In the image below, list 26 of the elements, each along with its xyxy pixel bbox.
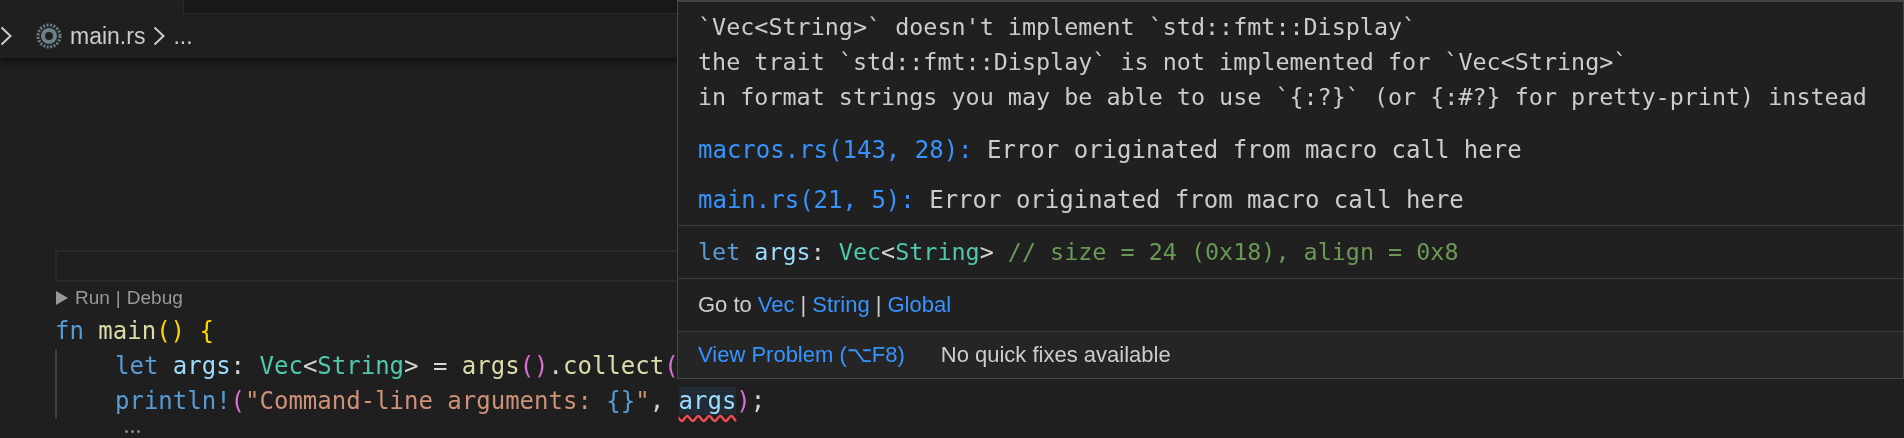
- goto-link[interactable]: Vec: [757, 292, 795, 318]
- breadcrumb-item[interactable]: main.rs: [70, 22, 146, 50]
- error-message: in format strings you may be able to use `{:?}` (or {:#?} for pretty-print) instead: [698, 82, 1867, 113]
- code-lens-link[interactable]: Debug: [126, 287, 183, 309]
- location-link[interactable]: main.rs(21, 5):: [698, 186, 915, 214]
- code-line: fn main() {: [55, 316, 215, 347]
- play-icon: [55, 290, 69, 306]
- chevron-right-icon: [153, 26, 166, 46]
- hint-dots-icon: [125, 430, 140, 433]
- error-message: `Vec<String>` doesn't implement `std::fmt::Display`: [698, 12, 1417, 43]
- related-message: Error originated from macro call here: [928, 186, 1464, 214]
- location-link[interactable]: macros.rs(143, 28):: [698, 136, 973, 164]
- separator-text: |: [875, 292, 882, 318]
- rust-file-icon: [36, 23, 62, 49]
- goto-label: Go to: [698, 292, 752, 318]
- goto-link[interactable]: String: [812, 292, 870, 318]
- code-line: println!("Command-line arguments: {}", args);: [55, 384, 1904, 419]
- chevron-right-icon: [0, 26, 12, 46]
- related-message: Error originated from macro call here: [986, 136, 1522, 164]
- separator-text: |: [800, 292, 807, 318]
- separator-text: |: [115, 287, 121, 309]
- error-message: the trait `std::fmt::Display` is not implemented for `Vec<String>`: [698, 47, 1628, 78]
- code-lens-link[interactable]: Run: [75, 287, 110, 309]
- type-signature: let args: Vec<String> // size = 24 (0x18), align = 0x8: [698, 237, 1459, 268]
- breadcrumb-item[interactable]: ...: [173, 22, 193, 50]
- goto-link[interactable]: Global: [887, 292, 952, 318]
